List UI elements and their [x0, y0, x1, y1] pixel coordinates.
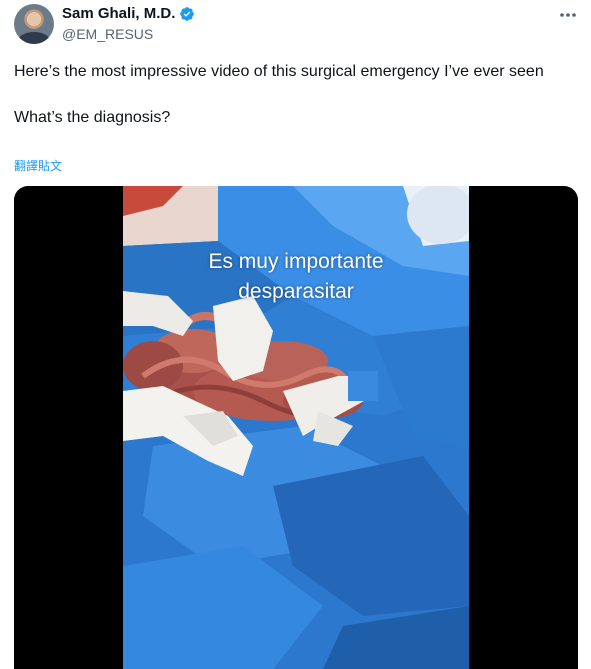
- tweet-text-line-2: What’s the diagnosis?: [14, 109, 171, 126]
- author-display-name[interactable]: Sam Ghali, M.D.: [62, 5, 175, 22]
- avatar-shirt: [18, 32, 50, 44]
- video-frame[interactable]: Es muy importante desparasitar: [123, 186, 469, 669]
- video-still-image: [123, 186, 469, 669]
- more-horizontal-icon[interactable]: [557, 6, 579, 24]
- avatar[interactable]: [14, 4, 54, 44]
- author-handle[interactable]: @EM_RESUS: [62, 26, 153, 42]
- tweet-text: Here’s the most impressive video of this…: [14, 60, 564, 129]
- author-name-row: Sam Ghali, M.D.: [62, 5, 195, 22]
- translate-post-link[interactable]: 翻譯貼文: [14, 157, 62, 174]
- verified-badge-icon: [179, 6, 195, 22]
- video-player[interactable]: Es muy importante desparasitar: [14, 186, 578, 669]
- tweet-text-line-1: Here’s the most impressive video of this…: [14, 63, 544, 80]
